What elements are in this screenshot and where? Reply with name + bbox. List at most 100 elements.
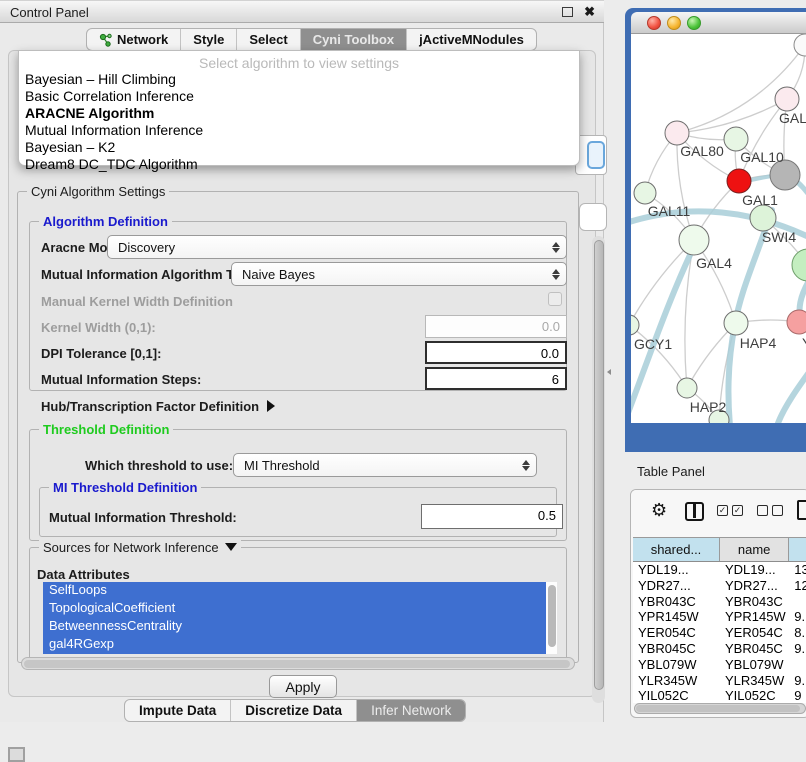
network-node-gal80[interactable] — [665, 121, 689, 145]
checkbox-checked-icon[interactable]: ✓ — [732, 505, 743, 516]
dropdown-item[interactable]: Bayesian – K2 — [25, 139, 565, 156]
close-traffic-light-icon[interactable] — [647, 16, 661, 30]
network-node[interactable] — [792, 249, 806, 281]
table-row[interactable]: YDL19...YDL19...13 — [633, 562, 806, 578]
table-cell[interactable]: YER054C — [720, 625, 789, 641]
dpi-tolerance-field[interactable]: 0.0 — [425, 341, 567, 364]
gear-icon[interactable]: ⚙ — [651, 500, 667, 521]
table-cell[interactable]: YBL079W — [720, 657, 789, 673]
network-node-gal[interactable] — [775, 87, 799, 111]
table-cell[interactable]: 9. — [789, 673, 806, 689]
manual-kernel-checkbox[interactable] — [548, 292, 562, 306]
column-header-shared-name[interactable]: shared... — [633, 538, 720, 561]
dropdown-item[interactable]: Dream8 DC_TDC Algorithm — [25, 156, 565, 173]
close-icon[interactable]: ✖ — [584, 4, 595, 20]
list-item[interactable]: TopologicalCoefficient — [43, 600, 546, 618]
settings-horizontal-scrollbar[interactable] — [21, 657, 575, 670]
hub-definition-toggle[interactable]: Hub/Transcription Factor Definition — [41, 399, 275, 414]
table-cell[interactable]: YLR345W — [720, 673, 789, 689]
aracne-mode-combobox[interactable]: Discovery — [107, 235, 567, 259]
network-node[interactable] — [794, 34, 806, 56]
list-item[interactable]: BetweennessCentrality — [43, 618, 546, 636]
mi-threshold-field[interactable]: 0.5 — [421, 504, 563, 529]
network-node-swi4[interactable] — [750, 205, 776, 231]
which-threshold-combobox[interactable]: MI Threshold — [233, 453, 537, 477]
minimize-traffic-light-icon[interactable] — [667, 16, 681, 30]
apply-button[interactable]: Apply — [269, 675, 337, 698]
sources-toggle[interactable]: Sources for Network Inference — [39, 540, 241, 555]
table-cell[interactable]: YBR043C — [720, 594, 789, 610]
list-item[interactable]: SelfLoops — [43, 582, 546, 600]
network-node-hap2[interactable] — [677, 378, 697, 398]
kernel-width-field[interactable]: 0.0 — [425, 315, 567, 338]
dropdown-item[interactable]: Bayesian – Hill Climbing — [25, 71, 565, 88]
table-cell[interactable]: YBR045C — [720, 641, 789, 657]
table-row[interactable]: YBR045CYBR045C9. — [633, 641, 806, 657]
table-cell[interactable]: 9 — [789, 688, 806, 703]
tab-infer-network[interactable]: Infer Network — [357, 700, 465, 721]
table-cell[interactable] — [789, 594, 806, 610]
dropdown-item[interactable]: ARACNE Algorithm — [25, 105, 565, 122]
table-cell[interactable]: 12 — [789, 578, 806, 594]
table-row[interactable]: YIL052CYIL052C9 — [633, 688, 806, 703]
table-cell[interactable]: YDR27... — [633, 578, 720, 594]
table-row[interactable]: YBL079WYBL079W — [633, 657, 806, 673]
table-cell[interactable]: YBR043C — [633, 594, 720, 610]
document-icon[interactable] — [797, 500, 806, 520]
tab-discretize-data[interactable]: Discretize Data — [231, 700, 357, 721]
table-row[interactable]: YBR043CYBR043C — [633, 594, 806, 610]
table-cell[interactable]: YBR045C — [633, 641, 720, 657]
checkbox-unchecked-icon[interactable] — [757, 505, 768, 516]
table-row[interactable]: YPR145WYPR145W9. — [633, 609, 806, 625]
table-cell[interactable]: 9. — [789, 609, 806, 625]
table-cell[interactable]: 8. — [789, 625, 806, 641]
table-cell[interactable]: YPR145W — [720, 609, 789, 625]
tab-network[interactable]: Network — [87, 29, 181, 50]
network-node-gal11[interactable] — [634, 182, 656, 204]
split-view-icon[interactable] — [685, 502, 704, 521]
table-cell[interactable]: YER054C — [633, 625, 720, 641]
list-vertical-scrollbar[interactable] — [548, 585, 556, 647]
tab-cyni-toolbox[interactable]: Cyni Toolbox — [301, 29, 407, 50]
network-node-gal1[interactable] — [727, 169, 751, 193]
checkbox-unchecked-icon[interactable] — [772, 505, 783, 516]
checkbox-checked-icon[interactable]: ✓ — [717, 505, 728, 516]
column-header-partial[interactable] — [789, 538, 806, 561]
table-cell[interactable]: YIL052C — [633, 688, 720, 703]
dropdown-item[interactable]: Basic Correlation Inference — [25, 88, 565, 105]
network-node-y[interactable] — [787, 310, 806, 334]
table-row[interactable]: YLR345WYLR345W9. — [633, 673, 806, 689]
network-combobox-fragment[interactable] — [579, 203, 607, 231]
table-cell[interactable]: YIL052C — [720, 688, 789, 703]
mi-type-combobox[interactable]: Naive Bayes — [231, 262, 567, 286]
dropdown-item[interactable]: Mutual Information Inference — [25, 122, 565, 139]
table-cell[interactable]: YLR345W — [633, 673, 720, 689]
table-cell[interactable] — [789, 657, 806, 673]
table-horizontal-scrollbar[interactable] — [634, 703, 806, 714]
column-header-name[interactable]: name — [720, 538, 789, 561]
list-item[interactable]: gal4RGexp — [43, 636, 546, 654]
table-cell[interactable]: 9. — [789, 641, 806, 657]
panel-splitter-handle[interactable] — [606, 367, 613, 377]
table-row[interactable]: YDR27...YDR27...12 — [633, 578, 806, 594]
settings-vertical-scrollbar[interactable] — [592, 236, 605, 703]
table-cell[interactable]: YDL19... — [633, 562, 720, 578]
table-cell[interactable]: 13 — [789, 562, 806, 578]
network-node-hap4[interactable] — [724, 311, 748, 335]
table-cell[interactable]: YDL19... — [720, 562, 789, 578]
table-cell[interactable]: YBL079W — [633, 657, 720, 673]
tab-select[interactable]: Select — [237, 29, 300, 50]
mi-steps-field[interactable]: 6 — [425, 367, 567, 390]
network-node-gal4[interactable] — [679, 225, 709, 255]
network-node-gal10[interactable] — [724, 127, 748, 151]
minimized-panel-icon[interactable] — [8, 747, 25, 762]
table-row[interactable]: YER054CYER054C8. — [633, 625, 806, 641]
tab-impute-data[interactable]: Impute Data — [125, 700, 231, 721]
table-cell[interactable]: YDR27... — [720, 578, 789, 594]
tab-style[interactable]: Style — [181, 29, 237, 50]
zoom-traffic-light-icon[interactable] — [687, 16, 701, 30]
table-cell[interactable]: YPR145W — [633, 609, 720, 625]
float-window-icon[interactable] — [562, 7, 573, 17]
network-canvas[interactable]: GALGAL80GAL10GAL1GAL11SWI4GAL4GCY1HAP4YH… — [631, 34, 806, 423]
tab-jactivemnodules[interactable]: jActiveMNodules — [407, 29, 536, 50]
